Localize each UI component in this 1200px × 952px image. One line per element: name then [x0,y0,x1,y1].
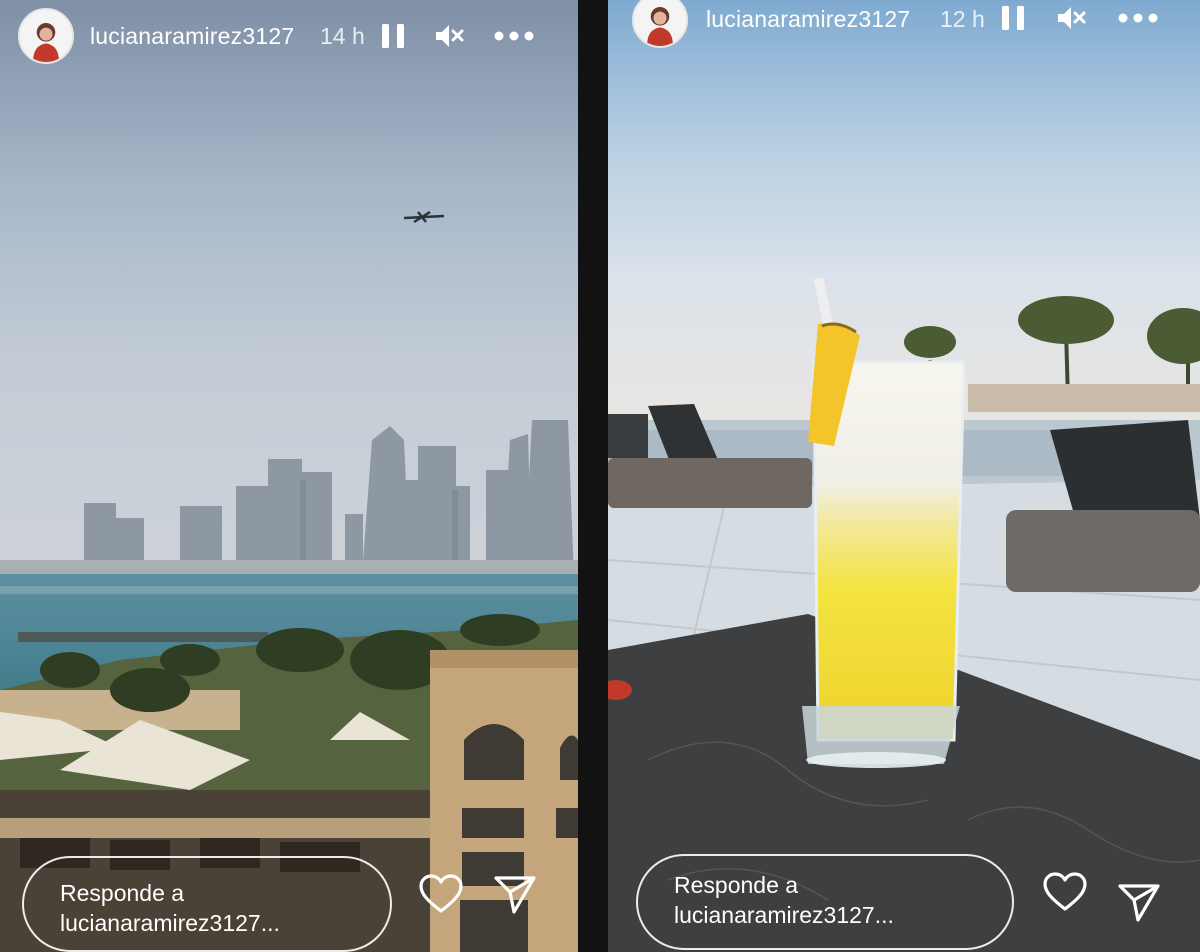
story-viewer: lucianaramirez3127 14 h Responde a lucia… [0,0,1200,952]
story-header: lucianaramirez3127 14 h [0,0,578,76]
profile-photo [634,0,686,46]
story-timestamp: 14 h [320,23,365,49]
heart-icon[interactable] [418,872,464,916]
reply-prefix: Responde a [60,880,185,906]
reply-input[interactable]: Responde a lucianaramirez3127... [22,856,392,952]
story-header: lucianaramirez3127 12 h [608,0,1200,76]
story-divider [578,0,608,952]
more-options-icon[interactable] [494,18,534,54]
story-username[interactable]: lucianaramirez3127 [706,6,910,33]
more-options-icon[interactable] [1118,0,1158,36]
send-icon[interactable] [1116,880,1162,924]
pause-icon[interactable] [998,0,1028,36]
profile-photo [20,10,72,62]
reply-username: lucianaramirez3127... [674,902,894,928]
avatar[interactable] [632,0,688,48]
reply-input[interactable]: Responde a lucianaramirez3127... [636,854,1014,950]
heart-icon[interactable] [1042,870,1088,914]
reply-username: lucianaramirez3127... [60,910,280,936]
send-icon[interactable] [492,872,538,916]
story-photo-cocktail-poolside [608,0,1200,952]
story-username[interactable]: lucianaramirez3127 [90,23,294,50]
story-photo-city-skyline [0,0,578,952]
avatar[interactable] [18,8,74,64]
story-left[interactable]: lucianaramirez3127 14 h Responde a lucia… [0,0,578,952]
pause-icon[interactable] [378,18,408,54]
story-right[interactable]: lucianaramirez3127 12 h Responde a lucia… [608,0,1200,952]
story-timestamp: 12 h [940,6,985,32]
muted-speaker-icon[interactable] [1056,0,1086,36]
muted-speaker-icon[interactable] [434,18,464,54]
reply-prefix: Responde a [674,872,799,898]
